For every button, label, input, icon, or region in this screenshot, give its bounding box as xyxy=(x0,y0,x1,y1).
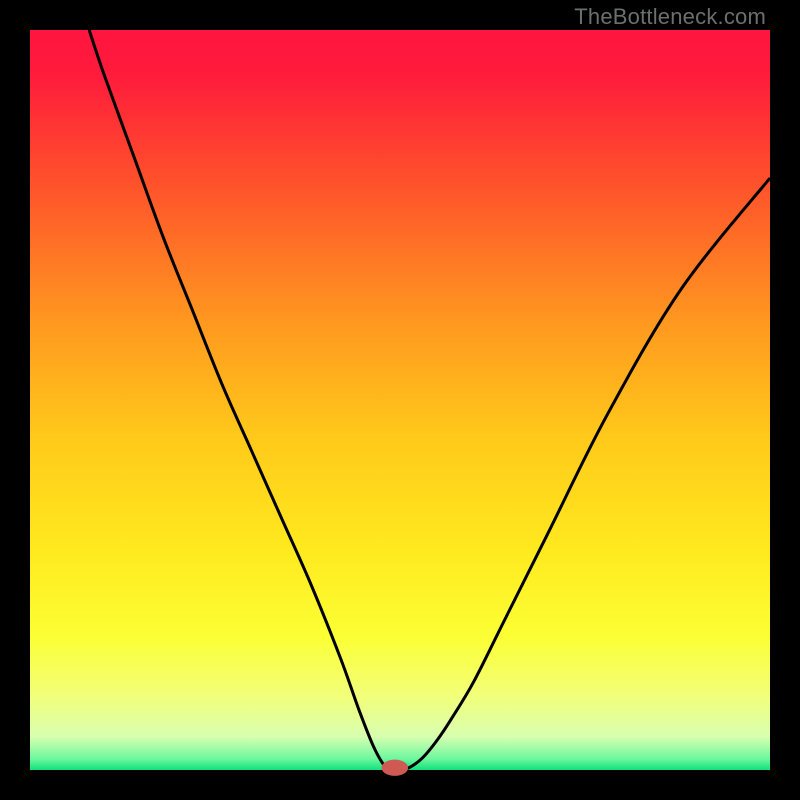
minimum-marker xyxy=(382,760,409,776)
bottleneck-curve xyxy=(89,30,770,770)
chart-area xyxy=(30,30,770,770)
watermark-text: TheBottleneck.com xyxy=(574,4,766,30)
chart-curve-layer xyxy=(30,30,770,770)
